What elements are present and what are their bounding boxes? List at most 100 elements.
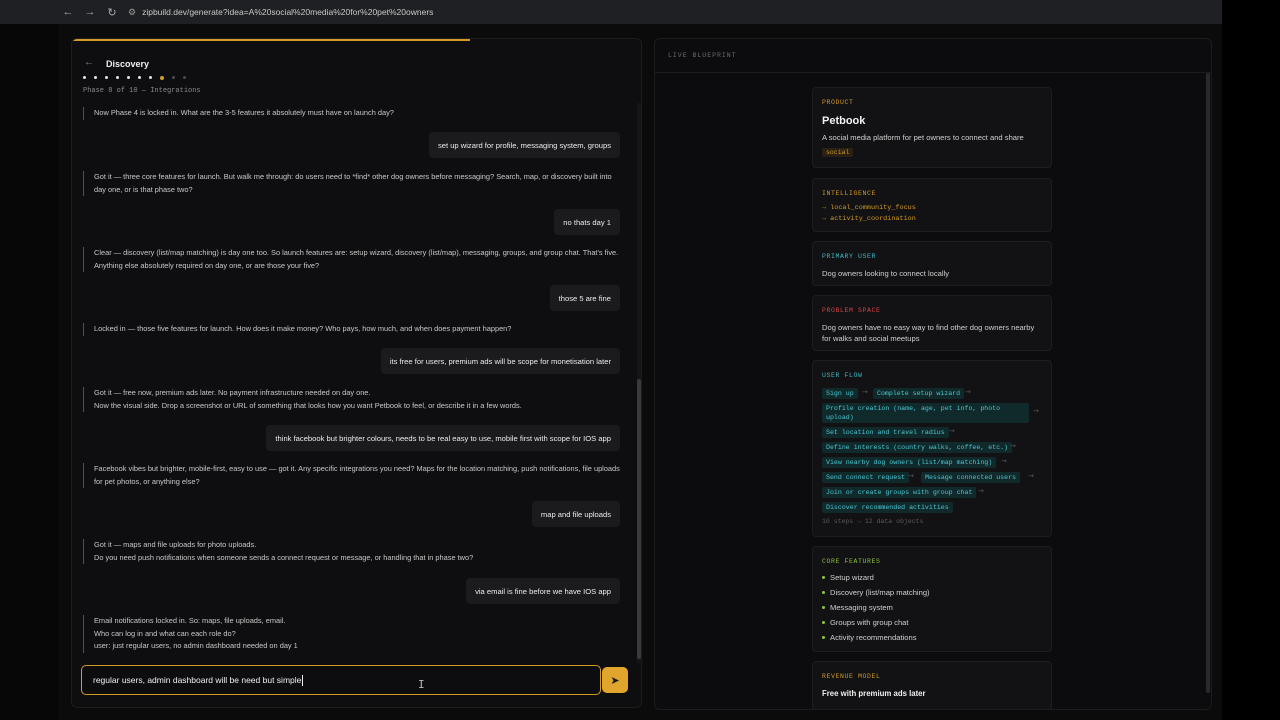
bullet-icon xyxy=(822,576,825,579)
phase-indicator: Phase 8 of 10 — Integrations xyxy=(83,87,201,95)
mouse-cursor-icon: I xyxy=(418,678,425,691)
flow-arrow-icon: → xyxy=(949,427,955,435)
flow-arrow-icon: → xyxy=(1033,407,1039,415)
chat-panel: ← Discovery Phase 8 of 10 — Integrations… xyxy=(71,38,642,708)
flow-arrow-icon: → xyxy=(965,388,971,396)
product-card: PRODUCT Petbook A social media platform … xyxy=(812,87,1052,168)
blueprint-panel: LIVE BLUEPRINT PRODUCT Petbook A social … xyxy=(654,38,1212,710)
site-info-icon[interactable]: ⚙ xyxy=(128,7,136,18)
url-text[interactable]: zipbuild.dev/generate?idea=A%20social%20… xyxy=(142,7,433,17)
flow-arrow-icon: → xyxy=(862,388,868,396)
right-margin xyxy=(1222,0,1280,720)
blueprint-title: LIVE BLUEPRINT xyxy=(668,52,737,59)
step-dot xyxy=(138,76,141,79)
revenue-model-text: Free with premium ads later xyxy=(822,689,926,698)
text-caret xyxy=(302,674,304,686)
product-name: Petbook xyxy=(822,115,866,127)
forward-nav-icon[interactable]: → xyxy=(80,2,100,22)
primary-user-text: Dog owners looking to connect locally xyxy=(822,269,950,278)
feature-item: Setup wizard xyxy=(822,573,874,582)
flow-step: Send connect request xyxy=(822,472,910,483)
blueprint-scrollbar[interactable] xyxy=(1206,73,1210,693)
product-description: A social media platform for pet owners t… xyxy=(822,133,1024,142)
feature-label: Messaging system xyxy=(830,603,893,612)
bullet-icon xyxy=(822,606,825,609)
step-dot xyxy=(127,76,130,79)
flow-arrow-icon: → xyxy=(1028,472,1034,480)
bullet-icon xyxy=(822,636,825,639)
feature-item: Discovery (list/map matching) xyxy=(822,588,930,597)
user-flow-card: USER FLOW Sign up → Complete setup wizar… xyxy=(812,360,1052,537)
send-icon: ➤ xyxy=(610,674,620,687)
assistant-message: Email notifications locked in. So: maps,… xyxy=(83,615,623,653)
intelligence-item: → local_community_focus xyxy=(822,204,916,212)
primary-user-card: PRIMARY USER Dog owners looking to conne… xyxy=(812,241,1052,286)
flow-arrow-icon: → xyxy=(1001,457,1007,465)
browser-toolbar: ← → ↻ ⚙ zipbuild.dev/generate?idea=A%20s… xyxy=(0,0,1222,24)
reload-icon[interactable]: ↻ xyxy=(102,2,122,22)
chat-header: ← Discovery Phase 8 of 10 — Integrations xyxy=(72,41,641,103)
address-bar[interactable]: ⚙ zipbuild.dev/generate?idea=A%20social%… xyxy=(128,3,433,21)
back-arrow-icon[interactable]: ← xyxy=(84,57,94,68)
flow-step: Message connected users xyxy=(921,472,1021,483)
card-label: REVENUE MODEL xyxy=(822,673,881,680)
feature-label: Activity recommendations xyxy=(830,633,917,642)
step-dot xyxy=(83,76,86,79)
user-message: set up wizard for profile, messaging sys… xyxy=(428,132,620,158)
assistant-message: Clear — discovery (list/map matching) is… xyxy=(83,247,623,272)
message-list: Now Phase 4 is locked in. What are the 3… xyxy=(72,103,638,663)
flow-arrow-icon: → xyxy=(978,487,984,495)
step-dot xyxy=(94,76,97,79)
user-message: think facebook but brighter colours, nee… xyxy=(266,425,620,451)
feature-label: Discovery (list/map matching) xyxy=(830,588,930,597)
user-message: those 5 are fine xyxy=(549,285,620,311)
card-label: USER FLOW xyxy=(822,372,863,379)
card-label: PRODUCT xyxy=(822,99,854,106)
flow-step: Define interests (country walks, coffee,… xyxy=(822,442,1013,453)
problem-space-text: Dog owners have no easy way to find othe… xyxy=(822,323,1035,343)
assistant-message: Got it — maps and file uploads for photo… xyxy=(83,539,623,564)
intelligence-item: → activity_coordination xyxy=(822,215,916,223)
feature-item: Activity recommendations xyxy=(822,633,917,642)
chat-input-value[interactable]: regular users, admin dashboard will be n… xyxy=(93,675,301,685)
step-dot xyxy=(116,76,119,79)
send-button[interactable]: ➤ xyxy=(602,667,628,693)
bullet-icon xyxy=(822,621,825,624)
flow-summary: 10 steps → 12 data objects xyxy=(822,518,924,525)
step-dot xyxy=(105,76,108,79)
product-tag: social xyxy=(822,148,854,157)
feature-label: Groups with group chat xyxy=(830,618,909,627)
card-label: PROBLEM SPACE xyxy=(822,307,881,314)
chat-scrollbar-thumb[interactable] xyxy=(637,379,641,659)
flow-step: Join or create groups with group chat xyxy=(822,487,977,498)
flow-arrow-icon: → xyxy=(908,472,914,480)
assistant-message: Facebook vibes but brighter, mobile-firs… xyxy=(83,463,623,488)
step-dot-current xyxy=(160,76,164,80)
phase-step-dots xyxy=(83,76,189,80)
card-label: CORE FEATURES xyxy=(822,558,881,565)
feature-label: Setup wizard xyxy=(830,573,874,582)
back-nav-icon[interactable]: ← xyxy=(58,2,78,22)
flow-arrow-icon: → xyxy=(1010,442,1016,450)
feature-item: Groups with group chat xyxy=(822,618,909,627)
core-features-card: CORE FEATURES Setup wizard Discovery (li… xyxy=(812,546,1052,652)
assistant-message: Locked in — those five features for laun… xyxy=(83,323,623,336)
bullet-icon xyxy=(822,591,825,594)
feature-item: Messaging system xyxy=(822,603,893,612)
divider xyxy=(655,72,1211,73)
user-message: map and file uploads xyxy=(531,501,620,527)
page-title: Discovery xyxy=(106,59,150,69)
user-message: its free for users, premium ads will be … xyxy=(380,348,620,374)
card-label: PRIMARY USER xyxy=(822,253,877,260)
user-message: no thats day 1 xyxy=(554,209,620,235)
step-dot xyxy=(149,76,152,79)
chat-input[interactable]: regular users, admin dashboard will be n… xyxy=(81,665,601,695)
flow-step: Complete setup wizard xyxy=(873,388,965,399)
assistant-message: Now Phase 4 is locked in. What are the 3… xyxy=(83,107,623,120)
flow-step: Set location and travel radius xyxy=(822,427,949,438)
problem-space-card: PROBLEM SPACE Dog owners have no easy wa… xyxy=(812,295,1052,351)
step-dot-pending xyxy=(172,76,175,79)
assistant-message: Got it — free now, premium ads later. No… xyxy=(83,387,623,412)
assistant-message: Got it — three core features for launch.… xyxy=(83,171,623,196)
flow-step: Profile creation (name, age, pet info, p… xyxy=(822,403,1029,423)
